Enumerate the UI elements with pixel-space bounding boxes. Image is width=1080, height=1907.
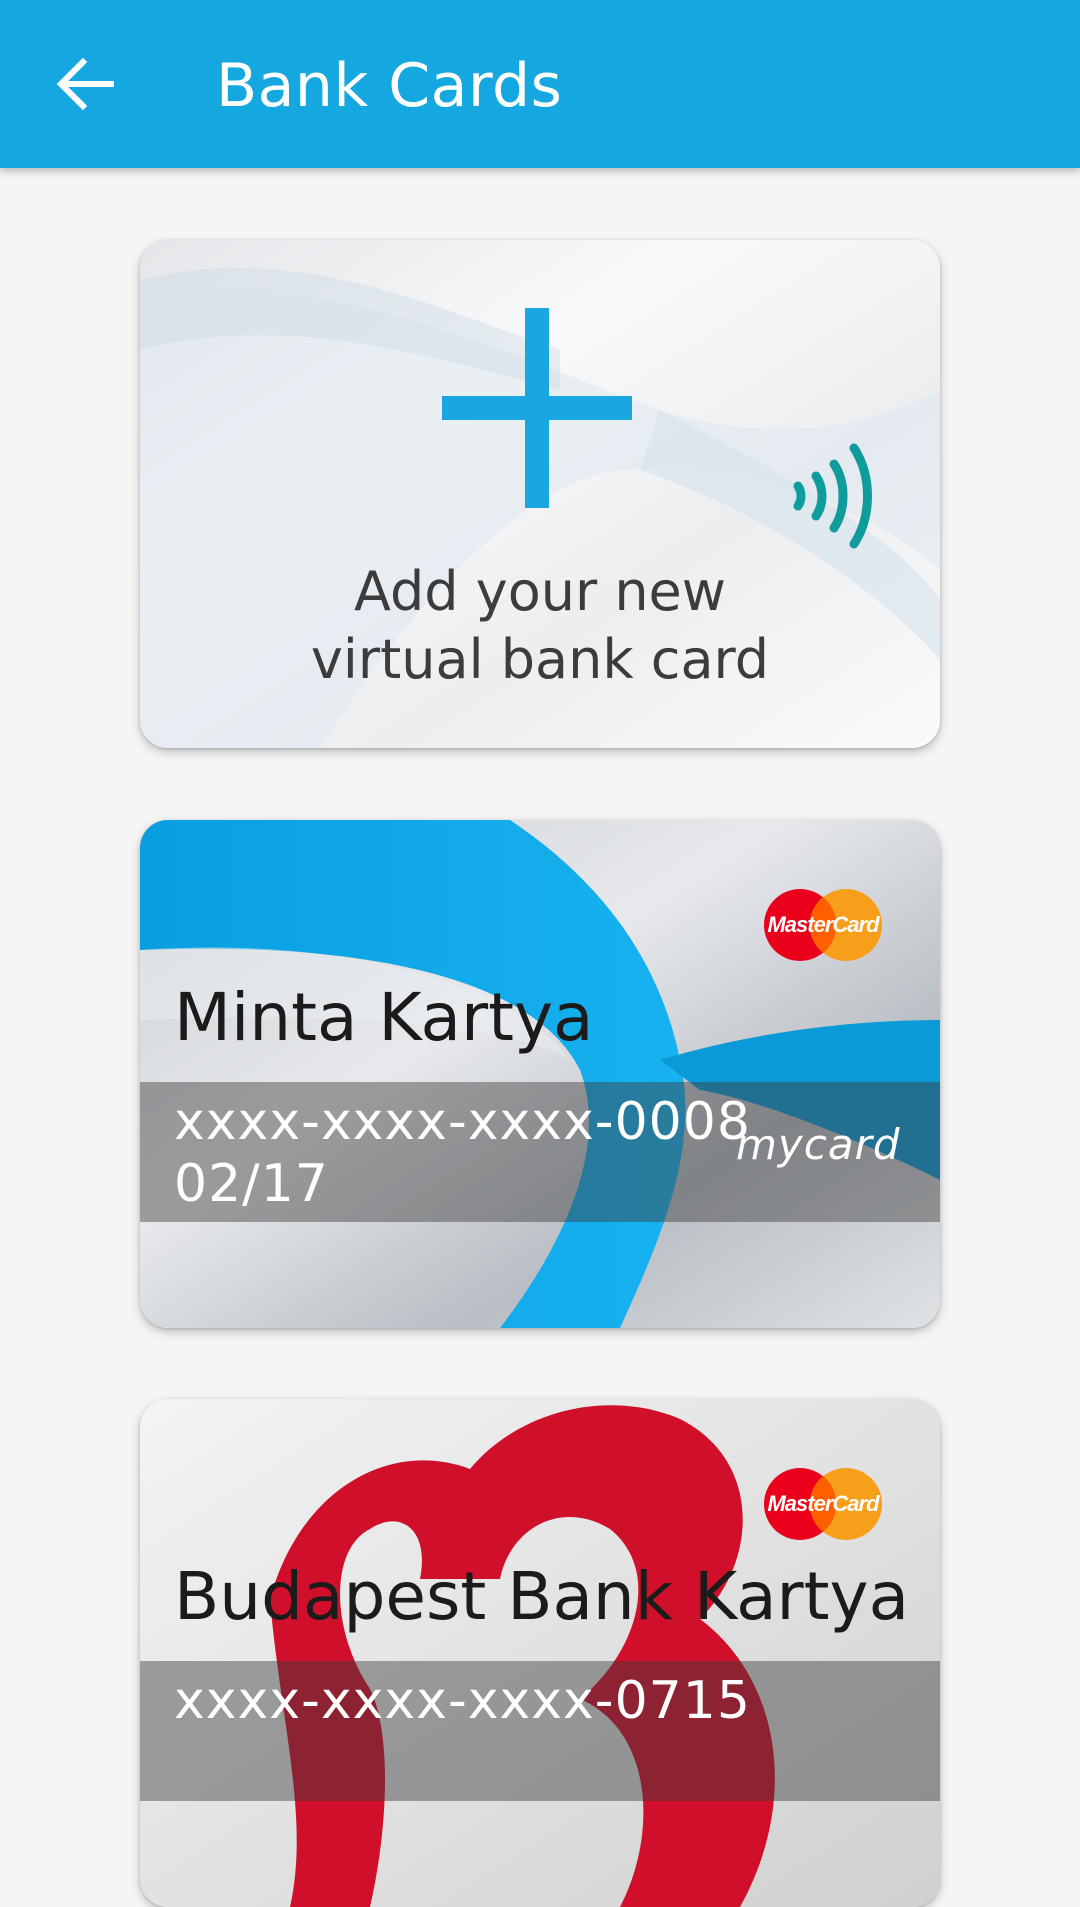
card-brand-logo: mycard [736, 1120, 901, 1169]
mastercard-logo: MasterCard [762, 1467, 884, 1541]
app-bar: Bank Cards [0, 0, 1080, 168]
page-title: Bank Cards [216, 51, 563, 121]
bank-card-item[interactable]: MasterCard Minta Kartya xxxx-xxxx-xxxx-0… [140, 820, 940, 1328]
mastercard-wordmark: MasterCard [767, 912, 879, 937]
add-card-button[interactable]: Add your new virtual bank card [140, 240, 940, 748]
add-card-label-line2: virtual bank card [310, 628, 770, 691]
mastercard-wordmark: MasterCard [767, 1491, 879, 1516]
bank-card-item[interactable]: MasterCard Budapest Bank Kartya xxxx-xxx… [140, 1399, 940, 1907]
card-number: xxxx-xxxx-xxxx-0715 [174, 1671, 751, 1731]
card-expiry: 02/17 [174, 1154, 329, 1214]
arrow-left-icon [56, 57, 114, 111]
add-card-label: Add your new virtual bank card [140, 558, 940, 694]
add-card-label-line1: Add your new [354, 560, 726, 623]
mastercard-logo: MasterCard [762, 888, 884, 962]
card-name: Minta Kartya [174, 979, 594, 1056]
plus-icon [442, 308, 632, 508]
back-button[interactable] [30, 34, 140, 134]
card-number: xxxx-xxxx-xxxx-0008 [174, 1092, 751, 1152]
contactless-icon [793, 443, 872, 549]
card-name: Budapest Bank Kartya [174, 1558, 910, 1635]
